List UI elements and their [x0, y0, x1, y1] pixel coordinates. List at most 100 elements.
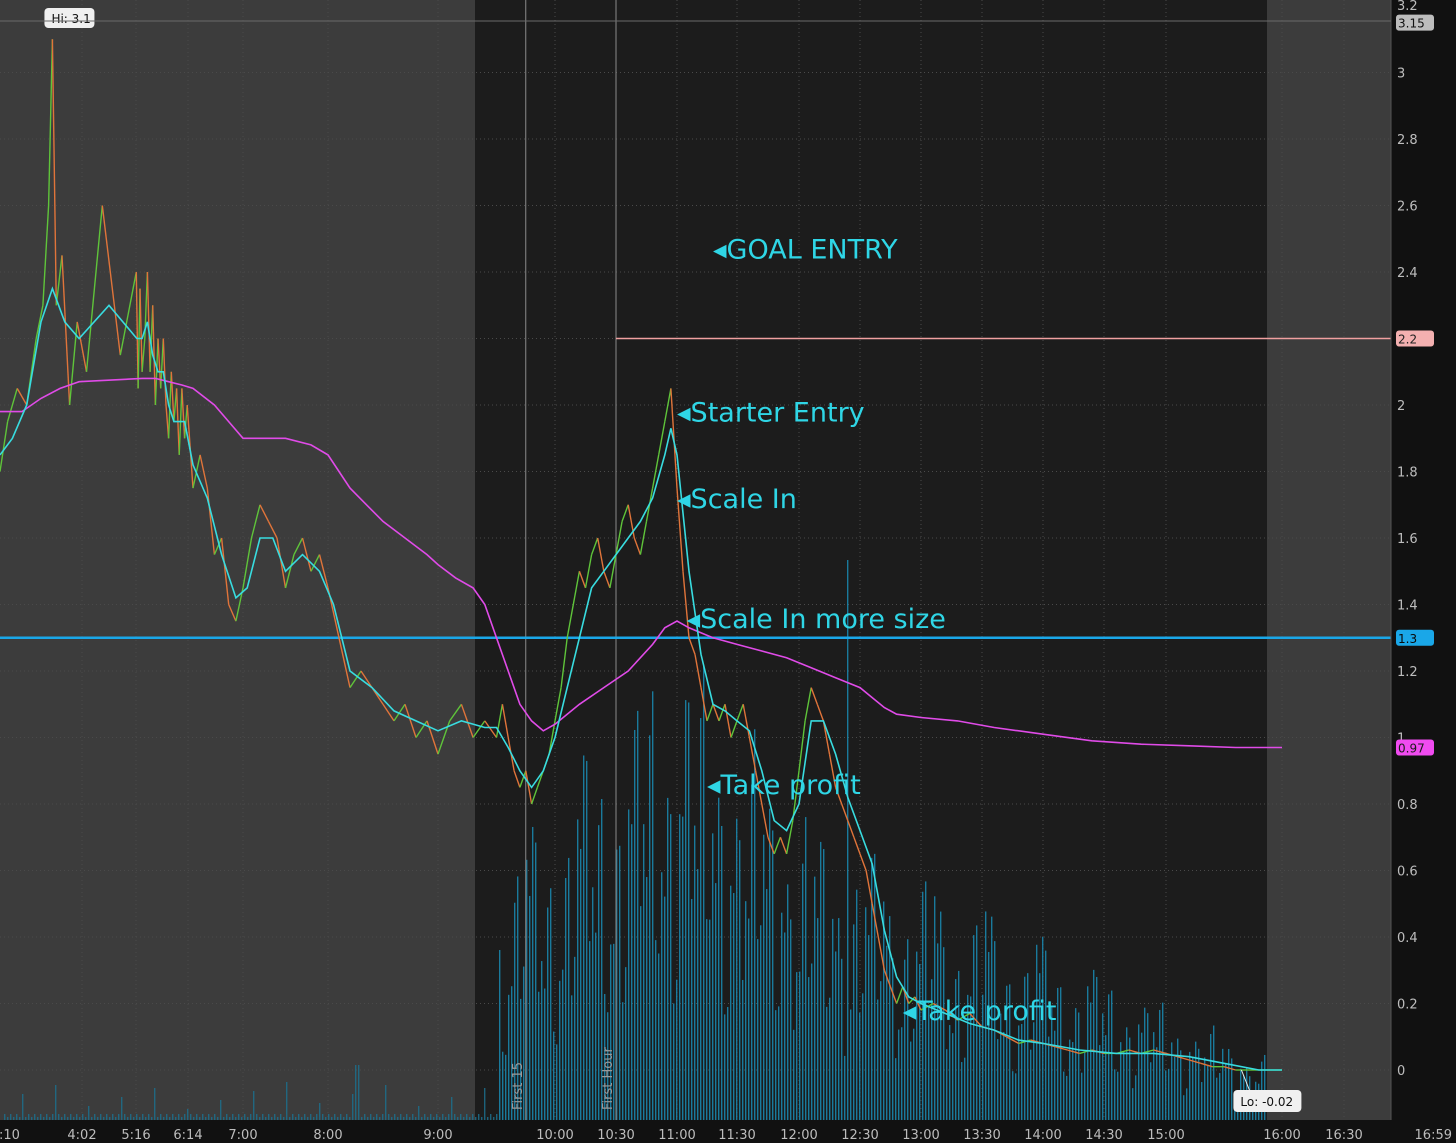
- volume-bar: [562, 969, 564, 1120]
- volume-bar: [1045, 950, 1047, 1120]
- volume-bar: [946, 1049, 948, 1120]
- volume-bar: [892, 958, 894, 1120]
- volume-bar: [4, 1114, 6, 1120]
- volume-bar: [1144, 1007, 1146, 1120]
- volume-bar: [400, 1114, 402, 1120]
- volume-bar: [1147, 1013, 1149, 1120]
- volume-bar: [559, 980, 561, 1120]
- volume-bar: [793, 1029, 795, 1120]
- volume-bar: [979, 1024, 981, 1120]
- volume-bar: [214, 1114, 216, 1120]
- volume-bar: [319, 1103, 321, 1120]
- volume-bar: [574, 956, 576, 1120]
- trade-annotation: ◂Take profit: [707, 770, 861, 801]
- volume-bar: [154, 1088, 156, 1120]
- volume-bar: [805, 817, 807, 1120]
- volume-bar: [169, 1117, 171, 1120]
- volume-bar: [586, 760, 588, 1120]
- last-price-badge: 3.15: [1398, 17, 1425, 31]
- volume-bar: [238, 1114, 240, 1120]
- volume-bar: [76, 1114, 78, 1120]
- volume-bar: [247, 1117, 249, 1120]
- volume-bar: [901, 1027, 903, 1120]
- volume-bar: [733, 893, 735, 1120]
- volume-bar: [787, 884, 789, 1120]
- volume-bar: [37, 1117, 39, 1120]
- x-tick-label: 7:00: [228, 1128, 257, 1143]
- price-chart[interactable]: First 15 First Hour ◂GOAL ENTRY ◂Starter E…: [0, 0, 1456, 1143]
- chart-canvas[interactable]: First 15 First Hour ◂GOAL ENTRY ◂Starter E…: [0, 0, 1456, 1143]
- volume-bar: [790, 919, 792, 1120]
- volume-bar: [451, 1097, 453, 1120]
- volume-bar: [664, 896, 666, 1120]
- afterhours-background: [1267, 0, 1391, 1120]
- volume-bar: [775, 1010, 777, 1120]
- volume-bar: [832, 918, 834, 1120]
- volume-bar: [913, 1028, 915, 1120]
- volume-bar: [748, 918, 750, 1120]
- volume-bar: [721, 826, 723, 1120]
- volume-bar: [58, 1114, 60, 1120]
- volume-bar: [193, 1117, 195, 1120]
- volume-bar: [112, 1114, 114, 1120]
- volume-bar: [1048, 1036, 1050, 1120]
- volume-bar: [1090, 1002, 1092, 1120]
- volume-bar: [28, 1114, 30, 1120]
- volume-bar: [1207, 1064, 1209, 1120]
- volume-bar: [307, 1117, 309, 1120]
- volume-bar: [766, 889, 768, 1120]
- volume-bar: [208, 1114, 210, 1120]
- volume-bar: [1099, 1045, 1101, 1120]
- volume-bar: [172, 1114, 174, 1120]
- volume-bar: [796, 972, 798, 1120]
- volume-bar: [673, 1003, 675, 1120]
- volume-bar: [442, 1114, 444, 1120]
- volume-bar: [577, 819, 579, 1120]
- volume-bar: [1225, 1064, 1227, 1120]
- volume-bar: [73, 1117, 75, 1120]
- volume-bar: [94, 1114, 96, 1120]
- volume-bar: [439, 1117, 441, 1120]
- volume-bar: [397, 1117, 399, 1120]
- volume-bar: [1063, 1071, 1065, 1120]
- volume-bar: [655, 940, 657, 1120]
- volume-bar: [1201, 1082, 1203, 1120]
- volume-bar: [283, 1117, 285, 1120]
- volume-bar: [1078, 1012, 1080, 1120]
- volume-bar: [727, 1007, 729, 1120]
- volume-bar: [388, 1114, 390, 1120]
- volume-bar: [919, 964, 921, 1120]
- volume-bar: [568, 857, 570, 1120]
- volume-bar: [16, 1114, 18, 1120]
- volume-bar: [502, 1051, 504, 1120]
- volume-bar: [181, 1117, 183, 1120]
- volume-bar: [187, 1109, 189, 1120]
- volume-bar: [91, 1117, 93, 1120]
- volume-bar: [1177, 1038, 1179, 1120]
- volume-bar: [106, 1114, 108, 1120]
- volume-bar: [496, 1114, 498, 1120]
- volume-bar: [739, 840, 741, 1120]
- volume-bar: [61, 1117, 63, 1120]
- volume-bar: [463, 1117, 465, 1120]
- volume-bar: [346, 1114, 348, 1120]
- volume-bar: [1174, 1056, 1176, 1120]
- volume-bar: [1042, 936, 1044, 1120]
- volume-bar: [136, 1114, 138, 1120]
- volume-bar: [769, 808, 771, 1120]
- volume-bar: [712, 833, 714, 1120]
- x-tick-label: 16:59: [1415, 1128, 1452, 1143]
- volume-bar: [544, 988, 546, 1120]
- y-tick-label: 1.6: [1397, 532, 1418, 547]
- trade-annotation: ◂Scale In more size: [687, 604, 946, 635]
- volume-bar: [649, 735, 651, 1120]
- y-tick-label: 0.6: [1397, 865, 1418, 880]
- volume-bar: [298, 1114, 300, 1120]
- y-tick-label: 3: [1397, 67, 1405, 82]
- volume-bar: [1138, 1024, 1140, 1120]
- price-axis-background: [1391, 0, 1456, 1143]
- x-tick-label: 8:00: [313, 1128, 342, 1143]
- volume-bar: [412, 1114, 414, 1120]
- volume-bar: [478, 1114, 480, 1120]
- y-tick-label: 0.2: [1397, 998, 1418, 1013]
